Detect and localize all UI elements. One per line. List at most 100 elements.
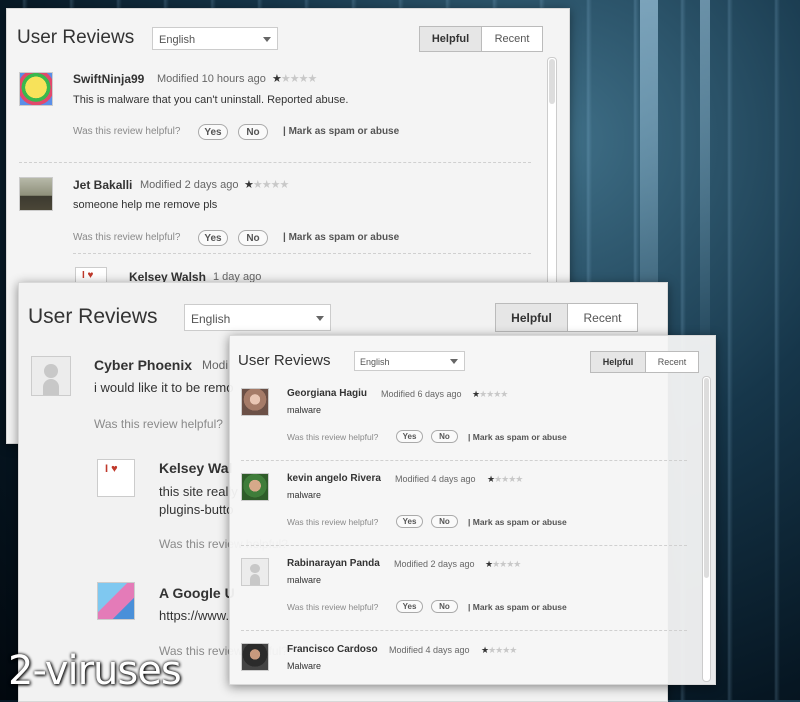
avatar[interactable] xyxy=(241,473,269,501)
helpful-yes-button[interactable]: Yes xyxy=(396,515,423,528)
star-rating: ★★★★★ xyxy=(244,178,289,191)
helpful-question: Was this review helpful? xyxy=(287,432,379,442)
reviewer-name[interactable]: Cyber Phoenix xyxy=(94,357,192,373)
helpful-yes-button[interactable]: Yes xyxy=(198,230,228,246)
reviewer-name[interactable]: SwiftNinja99 xyxy=(73,72,144,86)
reviewer-name[interactable]: Georgiana Hagiu xyxy=(287,388,367,399)
star-filled-icon: ★ xyxy=(272,73,282,85)
divider xyxy=(241,545,687,546)
star-rating: ★★★★★ xyxy=(472,389,508,400)
scrollbar-thumb[interactable] xyxy=(549,59,555,104)
avatar[interactable] xyxy=(31,356,71,396)
reviewer-name[interactable]: Francisco Cardoso xyxy=(287,644,378,655)
avatar[interactable]: I ♥ xyxy=(97,459,135,497)
default-avatar-icon xyxy=(43,379,59,395)
sort-toggle: Helpful Recent xyxy=(495,303,638,332)
helpful-no-button[interactable]: No xyxy=(431,515,458,528)
sort-helpful-button[interactable]: Helpful xyxy=(496,304,568,331)
review-text: https://www. xyxy=(159,608,230,623)
avatar[interactable] xyxy=(241,643,269,671)
chevron-down-icon xyxy=(316,315,324,321)
sort-toggle: Helpful Recent xyxy=(419,26,543,52)
review-text: malware xyxy=(287,575,322,585)
helpful-yes-button[interactable]: Yes xyxy=(396,600,423,613)
review-timestamp: Modified 2 days ago xyxy=(394,559,475,569)
chevron-down-icon xyxy=(263,36,271,42)
helpful-yes-button[interactable]: Yes xyxy=(396,430,423,443)
reviewer-name[interactable]: kevin angelo Rivera xyxy=(287,473,381,484)
star-rating: ★★★★★ xyxy=(481,645,517,656)
helpful-question: Was this review helpful? xyxy=(287,517,379,527)
language-value: English xyxy=(360,357,390,367)
avatar[interactable] xyxy=(19,177,53,211)
watermark-logo: 2-viruses xyxy=(8,648,182,694)
review-text: malware xyxy=(287,490,322,500)
star-empty-icon: ★★★★ xyxy=(252,179,289,191)
sort-toggle: Helpful Recent xyxy=(590,351,699,373)
star-empty-icon: ★★★★ xyxy=(494,474,523,484)
language-select[interactable]: English xyxy=(184,304,331,331)
review-text: this site really xyxy=(159,484,238,499)
star-empty-icon: ★★★★ xyxy=(492,559,521,569)
panel-title: User Reviews xyxy=(238,352,331,369)
sort-helpful-button[interactable]: Helpful xyxy=(591,352,646,372)
review-text: someone help me remove pls xyxy=(73,199,218,211)
helpful-question: Was this review helpful? xyxy=(73,232,181,243)
divider xyxy=(241,460,687,461)
background-light-beam xyxy=(700,0,710,380)
mark-spam-link[interactable]: | Mark as spam or abuse xyxy=(468,432,567,442)
avatar[interactable] xyxy=(241,558,269,586)
language-select[interactable]: English xyxy=(354,351,465,371)
review-text: i would like it to be remo xyxy=(94,380,234,395)
mark-spam-link[interactable]: | Mark as spam or abuse xyxy=(283,232,399,243)
review-timestamp: Modified 2 days ago xyxy=(140,179,239,191)
panel-title: User Reviews xyxy=(17,27,135,48)
star-empty-icon: ★★★★ xyxy=(488,645,517,655)
language-value: English xyxy=(159,34,196,46)
divider xyxy=(73,253,531,254)
avatar[interactable] xyxy=(19,72,53,106)
default-avatar-icon xyxy=(44,363,58,378)
review-text: malware xyxy=(287,405,322,415)
sort-recent-button[interactable]: Recent xyxy=(646,352,698,372)
helpful-no-button[interactable]: No xyxy=(238,124,268,140)
helpful-yes-button[interactable]: Yes xyxy=(198,124,228,140)
helpful-no-button[interactable]: No xyxy=(431,430,458,443)
review-timestamp: Modi xyxy=(202,358,229,372)
sort-recent-button[interactable]: Recent xyxy=(482,27,542,51)
mark-spam-link[interactable]: | Mark as spam or abuse xyxy=(283,126,399,137)
language-select[interactable]: English xyxy=(152,27,278,50)
star-empty-icon: ★★★★ xyxy=(479,389,508,399)
reviews-panel-front: User Reviews English Helpful Recent Geor… xyxy=(229,335,716,685)
sort-recent-button[interactable]: Recent xyxy=(568,304,637,331)
mark-spam-link[interactable]: | Mark as spam or abuse xyxy=(468,602,567,612)
reviewer-name[interactable]: Rabinarayan Panda xyxy=(287,558,380,569)
reviewer-name[interactable]: Jet Bakalli xyxy=(73,178,132,192)
panel-title: User Reviews xyxy=(28,305,158,328)
divider xyxy=(241,630,687,631)
default-avatar-icon xyxy=(249,574,261,585)
default-avatar-icon xyxy=(250,563,260,574)
sort-helpful-button[interactable]: Helpful xyxy=(420,27,482,51)
review-timestamp: Modified 4 days ago xyxy=(395,474,476,484)
star-empty-icon: ★★★★ xyxy=(280,73,317,85)
language-value: English xyxy=(191,312,231,326)
review-timestamp: Modified 6 days ago xyxy=(381,389,462,399)
star-filled-icon: ★ xyxy=(244,179,254,191)
star-rating: ★★★★★ xyxy=(485,559,521,570)
mark-spam-link[interactable]: | Mark as spam or abuse xyxy=(468,517,567,527)
star-rating: ★★★★★ xyxy=(272,72,317,85)
helpful-question: Was this review helpful? xyxy=(94,417,223,431)
review-text: This is malware that you can't uninstall… xyxy=(73,94,349,106)
scrollbar-thumb[interactable] xyxy=(704,378,709,578)
helpful-no-button[interactable]: No xyxy=(238,230,268,246)
review-text: Malware xyxy=(287,661,322,671)
scrollbar[interactable] xyxy=(702,376,711,682)
review-timestamp: Modified 4 days ago xyxy=(389,645,470,655)
avatar[interactable] xyxy=(241,388,269,416)
avatar[interactable] xyxy=(97,582,135,620)
chevron-down-icon xyxy=(450,359,458,364)
helpful-no-button[interactable]: No xyxy=(431,600,458,613)
reviewer-name[interactable]: Kelsey Wal xyxy=(159,460,232,476)
reviewer-name[interactable]: A Google U xyxy=(159,585,235,601)
